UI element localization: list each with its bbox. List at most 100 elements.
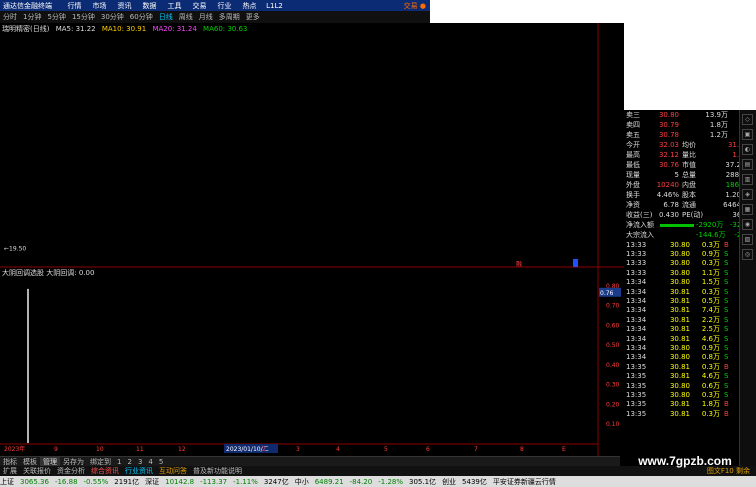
menu-item-tools[interactable]: 工具 bbox=[162, 1, 187, 11]
tab-15min[interactable]: 15分钟 bbox=[69, 12, 98, 22]
menu-item-industry[interactable]: 行业 bbox=[212, 1, 237, 11]
menu-item-data[interactable]: 数据 bbox=[137, 1, 162, 11]
tab-3[interactable]: 3 bbox=[135, 458, 145, 466]
tab-more[interactable]: 更多 bbox=[243, 12, 263, 22]
tab-1[interactable]: 1 bbox=[114, 458, 124, 466]
tab-template[interactable]: 模板 bbox=[20, 457, 40, 467]
quote-value: 5 bbox=[674, 171, 679, 179]
app-title: 通达信金融终端 bbox=[3, 1, 52, 10]
indicator-value: 大阴回调: 0.00 bbox=[46, 269, 95, 277]
index-sh-name[interactable]: 上证 bbox=[0, 477, 14, 487]
toolbar-icon[interactable]: ▦ bbox=[742, 204, 753, 215]
tick-direction: S bbox=[724, 325, 729, 334]
tab-general-news[interactable]: 综合资讯 bbox=[88, 466, 122, 476]
tab-60min[interactable]: 60分钟 bbox=[127, 12, 156, 22]
tick-direction: B bbox=[724, 409, 729, 418]
tab-daily[interactable]: 日线 bbox=[156, 12, 176, 22]
indicator-tick-label: 0.10 bbox=[606, 421, 620, 428]
tick-direction: S bbox=[724, 315, 729, 324]
tab-bind[interactable]: 绑定到 bbox=[87, 457, 114, 467]
quote-value: 32.12 bbox=[658, 151, 679, 159]
tick-direction: S bbox=[724, 334, 729, 343]
tick-row: 13:3430.800.8万S1 bbox=[624, 353, 748, 362]
index-sz-pct: -1.11% bbox=[233, 477, 258, 486]
tab-4[interactable]: 4 bbox=[145, 458, 155, 466]
tab-monthly[interactable]: 月线 bbox=[196, 12, 216, 22]
inflow-row: 净流入额-2920万-32% bbox=[626, 221, 748, 229]
quote-label-2: 市值 bbox=[682, 161, 696, 169]
index-cy-amount: 5439亿 bbox=[462, 477, 487, 486]
menu-item-markets[interactable]: 市场 bbox=[87, 1, 112, 11]
quote-label-2: 总量 bbox=[682, 171, 696, 179]
quote-row: 今开 32.03 均价 31.55 bbox=[624, 140, 748, 150]
tab-multi-period[interactable]: 多周期 bbox=[216, 12, 243, 22]
tab-expand[interactable]: 扩展 bbox=[0, 466, 20, 476]
tick-price: 30.81 bbox=[669, 287, 690, 296]
tick-price: 30.81 bbox=[669, 325, 690, 334]
x-axis-label: 11 bbox=[136, 446, 144, 453]
indicator-legend: 大阴回调选股 大阴回调: 0.00 bbox=[2, 268, 94, 278]
sell-row: 卖五 30.78 1.2万 bbox=[626, 131, 728, 139]
tick-row: 13:3430.812.2万S1 bbox=[624, 315, 748, 324]
index-sz-name[interactable]: 深证 bbox=[145, 477, 159, 487]
tab-new-features[interactable]: 普及新功能说明 bbox=[190, 466, 245, 476]
quote-label-2: 流通 bbox=[682, 201, 696, 209]
menu-item-market[interactable]: 行情 bbox=[62, 1, 87, 11]
tab-qa[interactable]: 互动问答 bbox=[156, 466, 190, 476]
indicator-name[interactable]: 大阴回调选股 bbox=[2, 269, 44, 277]
tick-price: 30.80 bbox=[669, 250, 690, 259]
tab-5min[interactable]: 5分钟 bbox=[44, 12, 68, 22]
tick-price: 30.81 bbox=[669, 334, 690, 343]
tab-save-as[interactable]: 另存为 bbox=[60, 457, 87, 467]
x-axis-label: 9 bbox=[54, 446, 58, 453]
tick-price: 30.80 bbox=[669, 278, 690, 287]
tick-direction: S bbox=[724, 297, 729, 306]
tab-intraday[interactable]: 分时 bbox=[0, 12, 20, 22]
x-axis-label: 5 bbox=[384, 446, 388, 453]
tick-row: 13:3430.801.5万S1 bbox=[624, 278, 748, 287]
toolbar-icon[interactable]: ◇ bbox=[742, 114, 753, 125]
menu-item-hot[interactable]: 热点 bbox=[237, 1, 262, 11]
tick-price: 30.80 bbox=[669, 240, 690, 249]
quote-label-2: 股本 bbox=[682, 191, 696, 199]
toolbar-icon[interactable]: ◐ bbox=[742, 144, 753, 155]
tick-list: 13:3330.800.3万B113:3330.800.9万S113:3330.… bbox=[624, 240, 748, 418]
index-sz-change: -113.37 bbox=[200, 477, 228, 486]
tab-related-quote[interactable]: 关联报价 bbox=[20, 466, 54, 476]
menu-item-news[interactable]: 资讯 bbox=[112, 1, 137, 11]
index-cy-name[interactable]: 创业 bbox=[442, 477, 456, 487]
toolbar-icon[interactable]: ▥ bbox=[742, 174, 753, 185]
tab-5[interactable]: 5 bbox=[156, 458, 166, 466]
trade-brand[interactable]: 交易 ● bbox=[404, 1, 430, 11]
tab-indicator[interactable]: 指标 bbox=[0, 457, 20, 467]
indicator-tick-label: 0.60 bbox=[606, 322, 620, 329]
kline-chart[interactable]: 34.0032.0030.0028.0026.0024.0022.0020.00… bbox=[0, 23, 624, 456]
x-axis-label: 6 bbox=[426, 446, 430, 453]
tab-2[interactable]: 2 bbox=[124, 458, 134, 466]
quote-row: 最高32.12量比1.22 bbox=[624, 150, 748, 160]
tab-industry-news[interactable]: 行业资讯 bbox=[122, 466, 156, 476]
tab-weekly[interactable]: 周线 bbox=[176, 12, 196, 22]
tick-price: 30.81 bbox=[669, 306, 690, 315]
toolbar-icon[interactable]: ◈ bbox=[742, 189, 753, 200]
toolbar-icon[interactable]: ◎ bbox=[742, 249, 753, 260]
toolbar-icon[interactable]: ▣ bbox=[742, 129, 753, 140]
toolbar-icon[interactable]: ▤ bbox=[742, 159, 753, 170]
quote-value: 32.03 bbox=[658, 141, 679, 149]
tick-time: 13:33 bbox=[626, 240, 647, 249]
toolbar-icon[interactable]: ◉ bbox=[742, 219, 753, 230]
sell-row: 卖三 30.80 13.9万 bbox=[626, 111, 728, 119]
tick-direction: S bbox=[724, 390, 729, 399]
quote-row: 现量 5 总量 28854 bbox=[624, 170, 748, 180]
toolbar-icon[interactable]: ▧ bbox=[742, 234, 753, 245]
tab-fund-analysis[interactable]: 资金分析 bbox=[54, 466, 88, 476]
tab-1min[interactable]: 1分钟 bbox=[20, 12, 44, 22]
tab-30min[interactable]: 30分钟 bbox=[98, 12, 127, 22]
stock-name: 瑞明精密(日线) bbox=[2, 25, 50, 33]
quote-label-2: 量比 bbox=[682, 151, 696, 159]
index-zx-name[interactable]: 中小 bbox=[295, 477, 309, 487]
tab-manage[interactable]: 管理 bbox=[40, 456, 60, 467]
window-blank-area bbox=[430, 0, 756, 11]
menu-item-trade[interactable]: 交易 bbox=[187, 1, 212, 11]
menu-item-l1l2[interactable]: L1L2 bbox=[262, 2, 287, 10]
